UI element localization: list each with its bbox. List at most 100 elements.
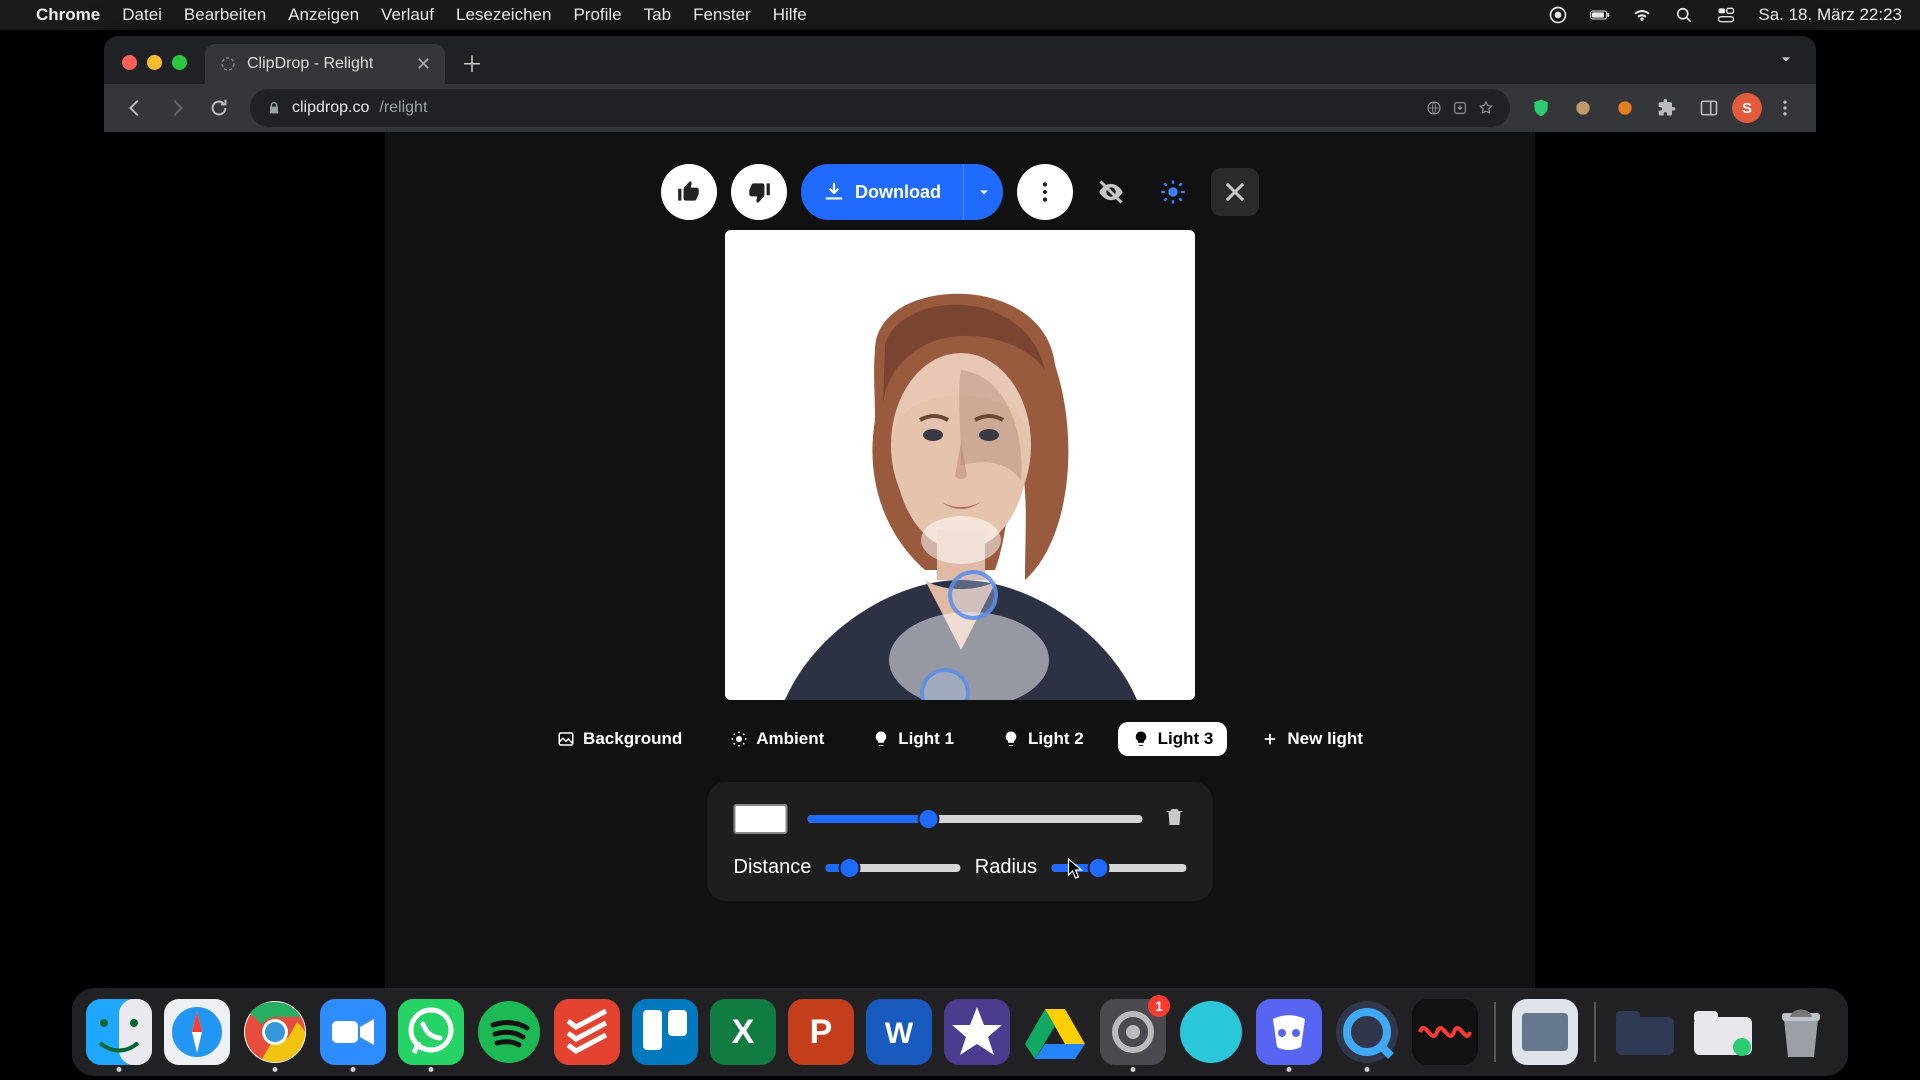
dock-settings[interactable]: 1: [1100, 999, 1166, 1065]
menu-anzeigen[interactable]: Anzeigen: [288, 5, 359, 25]
download-icon: [823, 181, 845, 203]
dock-safari[interactable]: [164, 999, 230, 1065]
menubar-app-name[interactable]: Chrome: [36, 5, 100, 25]
more-options-button[interactable]: [1017, 164, 1073, 220]
download-dropdown-button[interactable]: [963, 164, 1003, 220]
intensity-slider[interactable]: [808, 815, 1143, 823]
lock-icon: [266, 100, 282, 116]
portrait-placeholder: [725, 230, 1195, 700]
visibility-off-button[interactable]: [1087, 168, 1135, 216]
dock-voice-memos[interactable]: [1412, 999, 1478, 1065]
dock-finder[interactable]: [86, 999, 152, 1065]
macos-menubar: Chrome Datei Bearbeiten Anzeigen Verlauf…: [0, 0, 1920, 30]
side-panel-icon[interactable]: [1694, 93, 1724, 123]
dock-discord[interactable]: [1256, 999, 1322, 1065]
dock-todoist[interactable]: [554, 999, 620, 1065]
chrome-window: ClipDrop - Relight ✕ ＋ clipdrop.co/relig…: [104, 36, 1816, 991]
wifi-icon[interactable]: [1632, 5, 1652, 25]
dock-powerpoint[interactable]: P: [788, 999, 854, 1065]
tab-title: ClipDrop - Relight: [247, 55, 373, 73]
nav-reload-button[interactable]: [200, 89, 238, 127]
window-zoom-button[interactable]: [172, 55, 187, 70]
light-handle-1[interactable]: [948, 570, 998, 620]
gtranslate-icon[interactable]: [1426, 100, 1442, 116]
nav-back-button[interactable]: [116, 89, 154, 127]
nav-forward-button[interactable]: [158, 89, 196, 127]
menu-profile[interactable]: Profile: [573, 5, 621, 25]
tab-light2[interactable]: Light 2: [988, 722, 1098, 756]
thumbs-up-button[interactable]: [661, 164, 717, 220]
dock-app-teal[interactable]: [1178, 999, 1244, 1065]
menu-fenster[interactable]: Fenster: [693, 5, 751, 25]
plus-icon: [1261, 730, 1279, 748]
lightbulb-icon: [1132, 730, 1150, 748]
control-center-icon[interactable]: [1716, 5, 1736, 25]
menubar-clock[interactable]: Sa. 18. März 22:23: [1758, 5, 1902, 25]
tab-favicon-icon: [219, 55, 237, 73]
dock-gdrive[interactable]: [1022, 999, 1088, 1065]
menu-hilfe[interactable]: Hilfe: [773, 5, 807, 25]
menu-tab[interactable]: Tab: [644, 5, 671, 25]
download-button[interactable]: Download: [801, 164, 1003, 220]
battery-icon[interactable]: [1590, 5, 1610, 25]
extensions-puzzle-icon[interactable]: [1652, 93, 1682, 123]
tab-ambient[interactable]: Ambient: [716, 722, 838, 756]
dock-word[interactable]: W: [866, 999, 932, 1065]
chrome-menu-icon[interactable]: [1770, 93, 1800, 123]
chevron-down-icon: [975, 183, 993, 201]
new-tab-button[interactable]: ＋: [455, 46, 489, 80]
window-traffic-lights: [122, 55, 187, 70]
spotlight-icon[interactable]: [1674, 5, 1694, 25]
thumbs-down-button[interactable]: [731, 164, 787, 220]
dock-quicktime[interactable]: [1334, 999, 1400, 1065]
dock-zoom[interactable]: [320, 999, 386, 1065]
tab-background[interactable]: Background: [543, 722, 696, 756]
extension-shield-icon[interactable]: [1526, 93, 1556, 123]
menu-datei[interactable]: Datei: [122, 5, 162, 25]
tab-light3[interactable]: Light 3: [1118, 722, 1228, 756]
svg-text:W: W: [885, 1017, 914, 1050]
window-minimize-button[interactable]: [147, 55, 162, 70]
address-bar[interactable]: clipdrop.co/relight: [250, 89, 1510, 127]
extension-dot1-icon[interactable]: [1568, 93, 1598, 123]
relight-mode-button[interactable]: [1149, 168, 1197, 216]
dock-whatsapp[interactable]: [398, 999, 464, 1065]
tab-light1[interactable]: Light 1: [858, 722, 968, 756]
bookmark-star-icon[interactable]: [1478, 100, 1494, 116]
distance-slider[interactable]: [825, 864, 960, 872]
window-close-button[interactable]: [122, 55, 137, 70]
dock-recent-app[interactable]: [1512, 999, 1578, 1065]
chrome-tabstrip: ClipDrop - Relight ✕ ＋: [104, 36, 1816, 84]
intensity-slider-thumb[interactable]: [919, 810, 937, 828]
dock-spotify[interactable]: [476, 999, 542, 1065]
delete-light-button[interactable]: [1163, 805, 1187, 834]
menu-lesezeichen[interactable]: Lesezeichen: [456, 5, 551, 25]
tab-close-button[interactable]: ✕: [416, 54, 431, 75]
radius-slider-thumb[interactable]: [1089, 859, 1107, 877]
relight-workspace: Download: [385, 132, 1535, 991]
browser-tab[interactable]: ClipDrop - Relight ✕: [205, 44, 445, 84]
install-app-icon[interactable]: [1452, 100, 1468, 116]
dock-folder-1[interactable]: [1612, 999, 1678, 1065]
menu-verlauf[interactable]: Verlauf: [381, 5, 434, 25]
dock-excel[interactable]: X: [710, 999, 776, 1065]
close-editor-button[interactable]: [1211, 168, 1259, 216]
download-label: Download: [855, 182, 941, 203]
tabs-overflow-button[interactable]: [1776, 49, 1796, 74]
image-canvas[interactable]: [725, 230, 1195, 700]
extension-dot2-icon[interactable]: [1610, 93, 1640, 123]
dock-imovie[interactable]: [944, 999, 1010, 1065]
radius-slider[interactable]: [1051, 864, 1186, 872]
dock-folder-2[interactable]: [1690, 999, 1756, 1065]
tab-new-light[interactable]: New light: [1247, 722, 1377, 756]
dock-trello[interactable]: [632, 999, 698, 1065]
screen-record-icon[interactable]: [1548, 5, 1568, 25]
download-button-main[interactable]: Download: [801, 164, 963, 220]
light-color-swatch[interactable]: [734, 804, 788, 834]
dock-chrome[interactable]: [242, 999, 308, 1065]
intensity-slider-fill: [808, 815, 929, 823]
dock-trash[interactable]: [1768, 999, 1834, 1065]
distance-slider-thumb[interactable]: [841, 859, 859, 877]
menu-bearbeiten[interactable]: Bearbeiten: [184, 5, 266, 25]
profile-avatar[interactable]: S: [1732, 93, 1762, 123]
